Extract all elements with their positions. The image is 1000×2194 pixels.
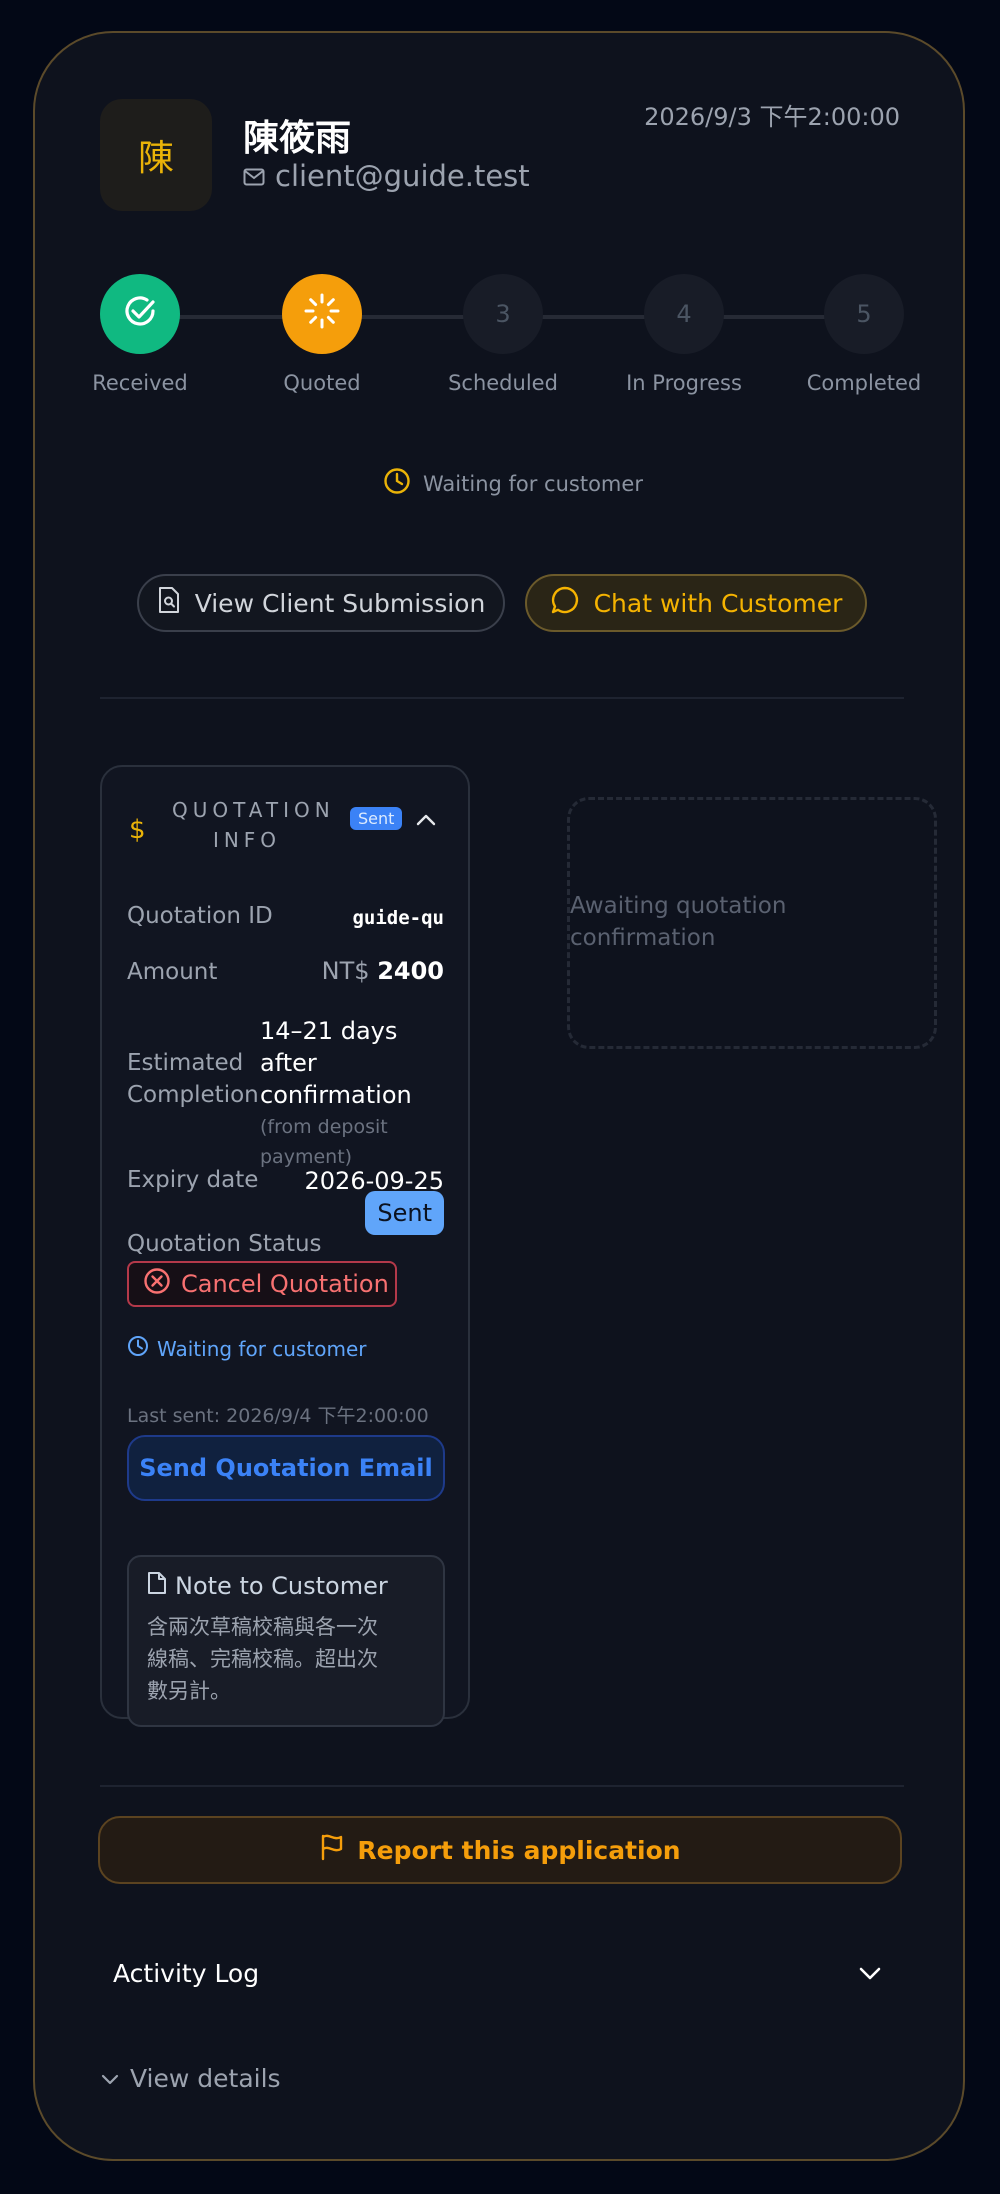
activity-log-title[interactable]: Activity Log	[113, 1959, 259, 1988]
cancel-quotation-button[interactable]: Cancel Quotation	[127, 1261, 397, 1307]
quotation-waiting-status: Waiting for customer	[127, 1335, 366, 1362]
expiry-date-label: Expiry date	[127, 1167, 259, 1193]
avatar: 陳	[100, 99, 212, 211]
chat-with-customer-label: Chat with Customer	[593, 588, 843, 618]
amount-currency: NT$	[321, 957, 370, 985]
step-received-indicator	[100, 274, 180, 354]
estimated-completion-label-line2: Completion	[127, 1082, 259, 1108]
awaiting-confirmation-text: Awaiting quotation confirmation	[570, 890, 870, 954]
quotation-id-value: guide-qu	[352, 907, 444, 929]
awaiting-line1: Awaiting quotation	[570, 893, 787, 919]
report-application-label: Report this application	[357, 1835, 681, 1865]
note-title: Note to Customer	[147, 1571, 388, 1601]
view-client-submission-button[interactable]: View Client Submission	[137, 574, 505, 632]
loader-icon	[302, 291, 342, 337]
quotation-waiting-text: Waiting for customer	[157, 1336, 367, 1361]
estimated-completion-line2: confirmation	[260, 1081, 412, 1109]
note-line3: 數另計。	[147, 1679, 231, 1703]
chevron-down-small-icon	[100, 2064, 120, 2093]
note-line1: 含兩次草稿校稿與各一次	[147, 1615, 378, 1639]
quotation-info-panel: $ QUOTATION INFO Sent Quotation ID guide…	[100, 765, 470, 1727]
divider	[100, 697, 904, 699]
step-in-progress-indicator: 4	[644, 274, 724, 354]
dollar-icon: $	[129, 815, 146, 845]
step-completed-label: Completed	[806, 371, 922, 395]
report-application-button[interactable]: Report this application	[98, 1816, 902, 1884]
client-name: 陳筱雨	[243, 118, 352, 159]
amount-value: NT$ 2400	[322, 957, 444, 985]
note-title-text: Note to Customer	[175, 1572, 388, 1600]
step-completed-indicator: 5	[824, 274, 904, 354]
step-quoted-label: Quoted	[283, 371, 361, 395]
estimated-completion-label: Estimated Completion	[127, 1047, 259, 1111]
file-icon	[147, 1571, 167, 1601]
step-scheduled-label: Scheduled	[448, 371, 558, 395]
mail-icon	[243, 159, 265, 193]
clock-icon	[127, 1335, 149, 1362]
amount-number: 2400	[377, 957, 444, 985]
chevron-up-icon[interactable]	[416, 811, 436, 830]
step-received-label: Received	[92, 371, 188, 395]
quotation-sent-badge: Sent	[350, 807, 403, 830]
quotation-info-title-line1: QUOTATION	[172, 798, 335, 822]
waiting-status: Waiting for customer	[383, 467, 643, 500]
view-client-submission-label: View Client Submission	[194, 588, 486, 618]
file-search-icon	[157, 586, 181, 620]
client-email[interactable]: client@guide.test	[275, 159, 530, 193]
send-quotation-email-button[interactable]: Send Quotation Email	[127, 1435, 445, 1501]
quotation-id-label: Quotation ID	[127, 903, 273, 929]
note-line2: 線稿、完稿校稿。超出次	[147, 1647, 378, 1671]
chevron-down-icon[interactable]	[858, 1966, 882, 1986]
step-in-progress-label: In Progress	[626, 371, 742, 395]
divider	[100, 1785, 904, 1787]
last-sent-timestamp: Last sent: 2026/9/4 下午2:00:00	[127, 1405, 429, 1427]
amount-label: Amount	[127, 959, 218, 985]
quotation-status-badge: Sent	[365, 1191, 444, 1235]
note-body: 含兩次草稿校稿與各一次 線稿、完稿校稿。超出次 數另計。	[147, 1611, 427, 1707]
estimated-completion-note-line1: (from deposit	[260, 1116, 388, 1138]
estimated-completion-value: 14–21 days after confirmation (from depo…	[260, 1015, 450, 1171]
message-circle-icon	[550, 585, 580, 621]
flag-icon	[319, 1833, 345, 1867]
quotation-info-title-line2: INFO	[212, 828, 282, 852]
step-quoted-indicator	[282, 274, 362, 354]
x-circle-icon	[143, 1267, 171, 1301]
quotation-status-label: Quotation Status	[127, 1231, 322, 1257]
view-details-toggle[interactable]: View details	[100, 2064, 281, 2093]
step-scheduled-indicator: 3	[463, 274, 543, 354]
quotation-info-title: QUOTATION INFO	[172, 795, 335, 855]
estimated-completion-label-line1: Estimated	[127, 1050, 244, 1076]
view-details-label: View details	[130, 2064, 281, 2093]
request-date: 2026/9/3 下午2:00:00	[644, 103, 900, 131]
waiting-status-text: Waiting for customer	[423, 471, 643, 496]
clock-icon	[383, 467, 411, 500]
check-circle-icon	[120, 291, 160, 337]
estimated-completion-line1: 14–21 days after	[260, 1017, 398, 1077]
chat-with-customer-button[interactable]: Chat with Customer	[525, 574, 867, 632]
cancel-quotation-label: Cancel Quotation	[181, 1270, 389, 1298]
note-to-customer: Note to Customer 含兩次草稿校稿與各一次 線稿、完稿校稿。超出次…	[127, 1555, 445, 1727]
avatar-initial: 陳	[137, 138, 174, 179]
email-row: client@guide.test	[243, 159, 530, 193]
awaiting-line2: confirmation	[570, 925, 716, 951]
